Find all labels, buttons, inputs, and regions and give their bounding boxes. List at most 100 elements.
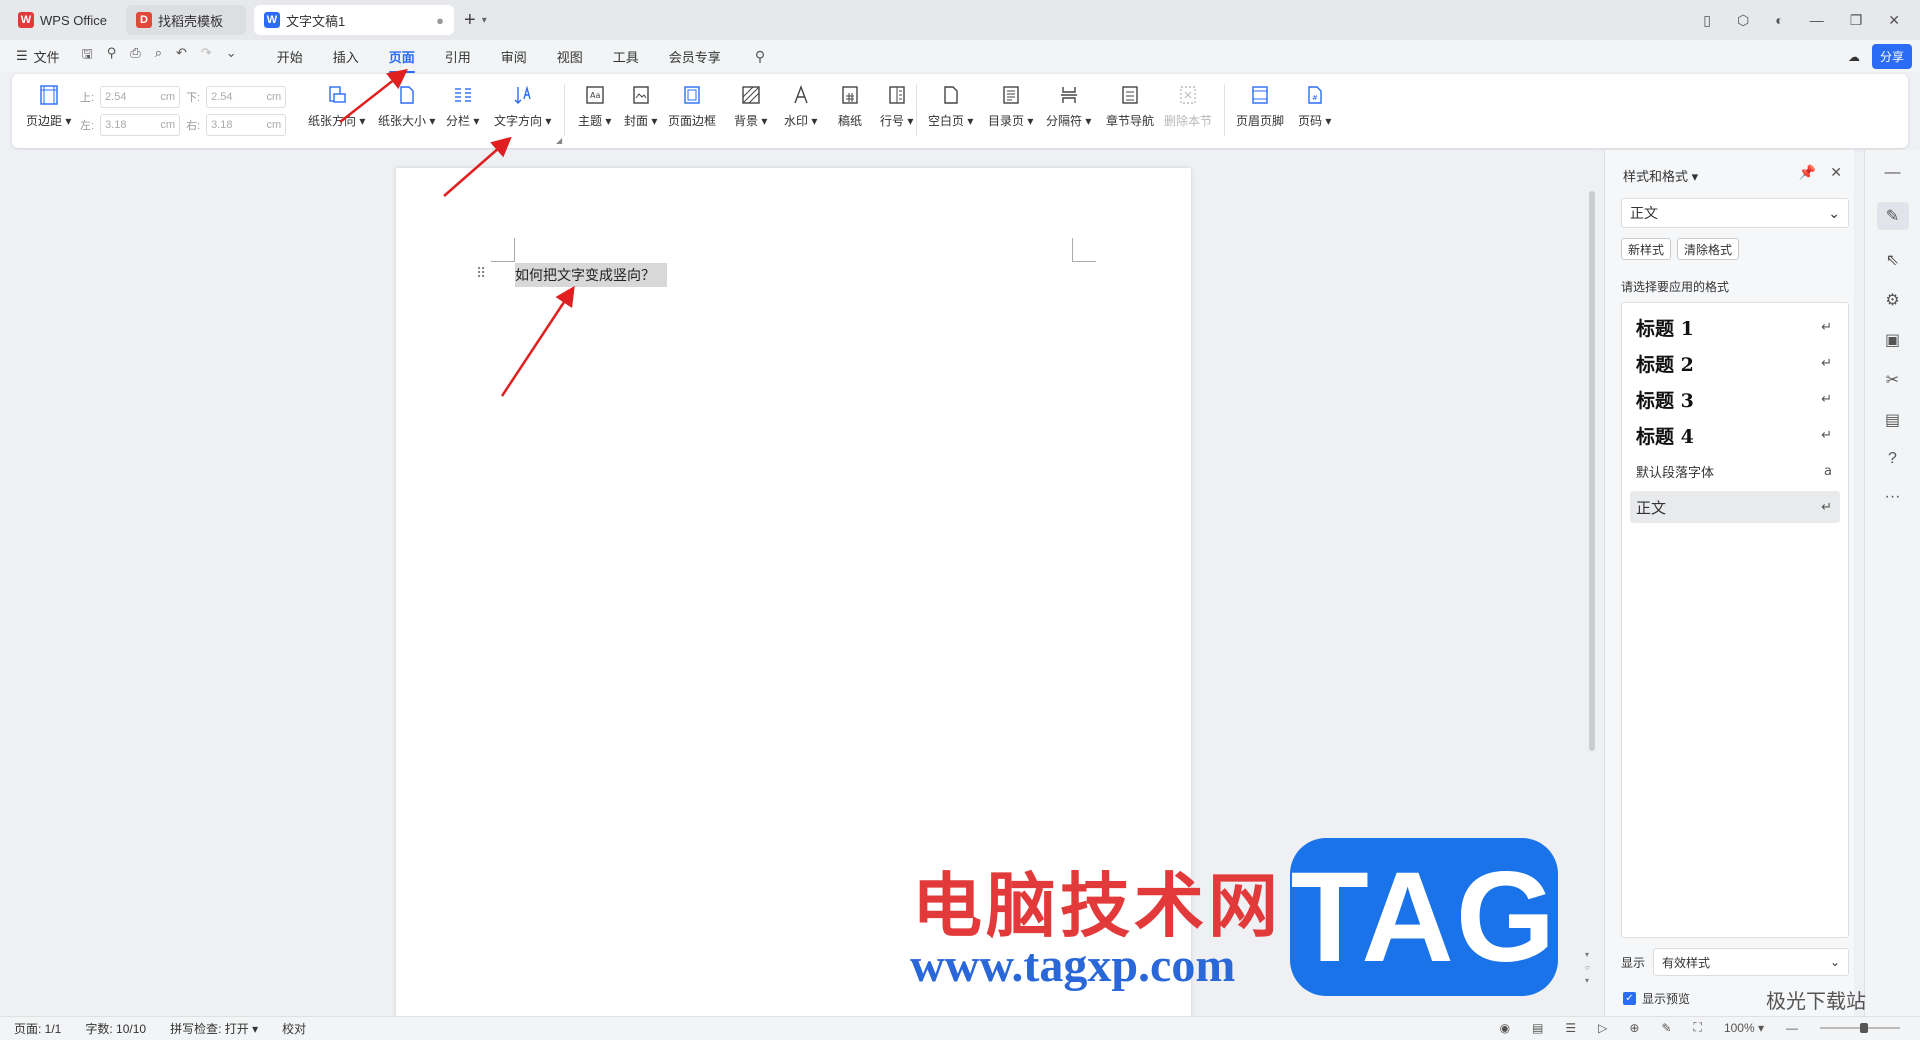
style-heading-4[interactable]: 标题 4 ↵: [1630, 419, 1840, 451]
proofread[interactable]: 校对: [282, 1020, 306, 1037]
preview-checkbox[interactable]: ✓: [1623, 992, 1636, 1005]
cover-button[interactable]: 封面 ▾: [624, 84, 657, 129]
next-page-icon[interactable]: ▾: [1585, 976, 1590, 985]
page-margins-button[interactable]: 页边距 ▾: [26, 84, 71, 129]
zoom-level[interactable]: 100% ▾: [1724, 1021, 1764, 1035]
document-edit-icon[interactable]: ▣: [1885, 330, 1900, 350]
show-preview-row[interactable]: ✓ 显示预览: [1623, 990, 1690, 1007]
margin-left-field[interactable]: 3.18 cm: [100, 114, 181, 136]
ribbon-expand-icon[interactable]: ◢: [556, 136, 562, 145]
vertical-scrollbar[interactable]: [1588, 155, 1596, 995]
play-icon[interactable]: ▷: [1598, 1021, 1607, 1035]
scrollbar-thumb[interactable]: [1589, 191, 1595, 751]
style-heading-2[interactable]: 标题 2 ↵: [1630, 347, 1840, 379]
panel-close-icon[interactable]: ✕: [1830, 164, 1842, 181]
new-style-button[interactable]: 新样式: [1621, 238, 1672, 260]
web-view-icon[interactable]: ⊕: [1629, 1021, 1639, 1035]
eye-icon[interactable]: ◉: [1500, 1021, 1510, 1035]
current-style-select[interactable]: 正文 ⌄: [1621, 198, 1849, 228]
more-chevron-icon[interactable]: ⌄: [226, 45, 237, 67]
save-icon[interactable]: 🖫: [82, 45, 93, 67]
select-cursor-icon[interactable]: ⇖: [1886, 250, 1899, 270]
redo-icon[interactable]: ↷: [201, 45, 212, 67]
delete-section-button[interactable]: 删除本节: [1164, 84, 1212, 129]
margin-right-field[interactable]: 3.18 cm: [206, 114, 287, 136]
tab-template[interactable]: D 找稻壳模板: [126, 5, 246, 35]
style-body[interactable]: 正文 ↵: [1630, 491, 1840, 523]
share-button[interactable]: 分享: [1871, 44, 1912, 69]
header-footer-button[interactable]: 页眉页脚: [1236, 84, 1284, 129]
print-icon[interactable]: ⎙: [130, 45, 140, 67]
page-view-icon[interactable]: ▤: [1532, 1021, 1543, 1035]
zoom-out-icon[interactable]: —: [1786, 1021, 1798, 1035]
word-count[interactable]: 字数: 10/10: [85, 1020, 146, 1037]
menu-tools[interactable]: 工具: [613, 43, 639, 70]
page-count[interactable]: 页面: 1/1: [14, 1020, 61, 1037]
tab-wps-office[interactable]: W WPS Office: [8, 5, 118, 35]
print-preview-icon[interactable]: ⌕: [155, 45, 162, 67]
file-menu[interactable]: ☰ 文件: [16, 47, 60, 66]
close-icon[interactable]: ✕: [1888, 12, 1900, 29]
manuscript-button[interactable]: 稿纸: [838, 84, 862, 129]
document-text[interactable]: 如何把文字变成竖向？: [515, 263, 667, 287]
cube-icon[interactable]: ⬡: [1737, 12, 1749, 29]
outline-view-icon[interactable]: ☰: [1565, 1021, 1576, 1035]
pin-icon[interactable]: 📌: [1799, 164, 1816, 181]
show-select[interactable]: 有效样式 ⌄: [1653, 948, 1850, 976]
search-icon[interactable]: ⚲: [755, 48, 765, 65]
adjust-sliders-icon[interactable]: ⚙: [1885, 290, 1899, 310]
menu-member[interactable]: 会员专享: [669, 43, 721, 70]
text-direction-button[interactable]: 文字方向 ▾: [494, 84, 551, 129]
avatar[interactable]: ◐: [1775, 12, 1783, 28]
columns-button[interactable]: 分栏 ▾: [446, 84, 479, 129]
toc-page-button[interactable]: 目录页 ▾: [988, 84, 1033, 129]
style-heading-1[interactable]: 标题 1 ↵: [1630, 311, 1840, 343]
orientation-button[interactable]: 纸张方向 ▾: [308, 84, 365, 129]
line-numbers-button[interactable]: 行号 ▾: [880, 84, 913, 129]
help-icon[interactable]: ?: [1888, 450, 1897, 468]
menu-insert[interactable]: 插入: [333, 43, 359, 70]
tab-document[interactable]: W 文字文稿1 ●: [254, 5, 454, 35]
menu-start[interactable]: 开始: [277, 43, 303, 70]
book-icon[interactable]: ▤: [1885, 410, 1900, 430]
undo-icon[interactable]: ↶: [176, 45, 187, 67]
background-button[interactable]: 背景 ▾: [734, 84, 767, 129]
margin-bottom-field[interactable]: 2.54 cm: [206, 86, 287, 108]
watermark-icon: [790, 84, 812, 106]
collapse-icon[interactable]: —: [1885, 164, 1901, 182]
prev-page-icon[interactable]: ▾: [1585, 950, 1590, 959]
chevron-down-icon[interactable]: ▾: [482, 15, 487, 26]
layout-icon[interactable]: ▯: [1703, 12, 1711, 29]
page-number-button[interactable]: # 页码 ▾: [1298, 84, 1331, 129]
menu-page[interactable]: 页面: [388, 43, 415, 73]
margin-top-field[interactable]: 2.54 cm: [100, 86, 181, 108]
tools-icon[interactable]: ✂: [1886, 370, 1899, 390]
restore-icon[interactable]: ❐: [1850, 12, 1863, 29]
style-default-font[interactable]: 默认段落字体 a: [1630, 455, 1840, 487]
menu-review[interactable]: 审阅: [501, 43, 527, 70]
minimize-icon[interactable]: —: [1810, 12, 1824, 28]
style-heading-3[interactable]: 标题 3 ↵: [1630, 383, 1840, 415]
paper-size-button[interactable]: 纸张大小 ▾: [378, 84, 435, 129]
menu-references[interactable]: 引用: [445, 43, 471, 70]
section-nav-button[interactable]: 章节导航: [1106, 84, 1154, 129]
watermark-button[interactable]: 水印 ▾: [784, 84, 817, 129]
zoom-slider[interactable]: [1820, 1022, 1900, 1033]
pen-icon[interactable]: ✎: [1661, 1021, 1671, 1035]
spell-check[interactable]: 拼写检查: 打开 ▾: [170, 1020, 258, 1037]
link-icon[interactable]: ⚲: [107, 45, 117, 67]
page-border-button[interactable]: 页面边框: [668, 84, 716, 129]
panel-title[interactable]: 样式和格式 ▾: [1623, 166, 1698, 185]
new-tab-button[interactable]: +: [464, 9, 476, 32]
clear-format-button[interactable]: 清除格式: [1677, 238, 1740, 260]
more-icon[interactable]: ···: [1885, 488, 1901, 506]
theme-button[interactable]: Aa 主题 ▾: [578, 84, 611, 129]
style-pen-icon[interactable]: ✎: [1876, 202, 1909, 230]
separator-button[interactable]: 分隔符 ▾: [1046, 84, 1091, 129]
select-browse-icon[interactable]: ○: [1585, 963, 1590, 972]
fit-icon[interactable]: ⛶: [1694, 1020, 1702, 1035]
menu-view[interactable]: 视图: [557, 43, 583, 70]
blank-page-button[interactable]: 空白页 ▾: [928, 84, 973, 129]
drag-handle-icon[interactable]: ⠿: [476, 265, 486, 282]
cloud-icon[interactable]: ☁: [1848, 50, 1860, 64]
